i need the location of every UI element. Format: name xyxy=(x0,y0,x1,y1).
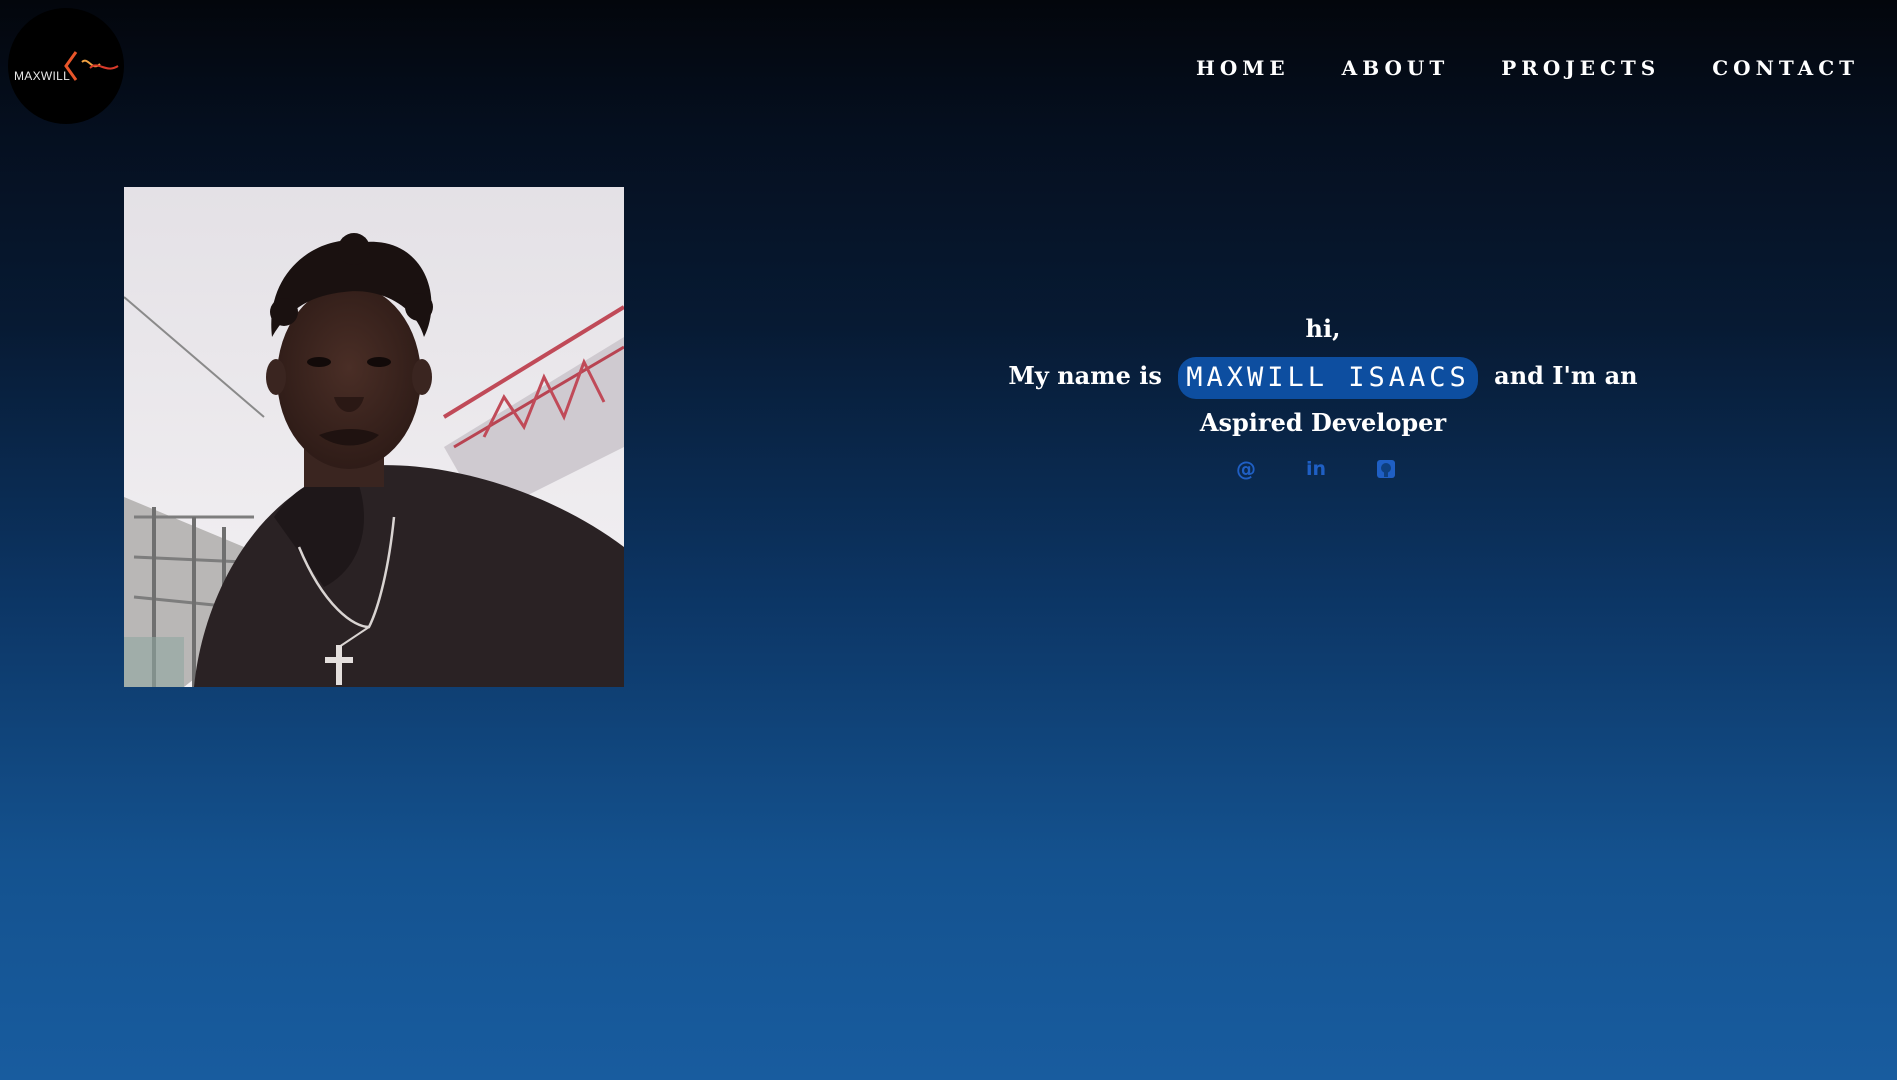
role-title: Aspired Developer xyxy=(1199,408,1447,437)
profile-photo xyxy=(124,187,624,687)
greeting: hi, xyxy=(1305,314,1341,343)
intro-prefix: My name is xyxy=(1008,361,1162,390)
email-icon[interactable]: @ xyxy=(1235,457,1257,481)
intro-block: hi, My name is MAXWILL ISAACS and I'm an… xyxy=(1000,305,1646,446)
site-logo[interactable]: MAXWILL xyxy=(8,8,124,124)
intro-line: My name is MAXWILL ISAACS and I'm an xyxy=(1000,352,1646,399)
name-highlight: MAXWILL ISAACS xyxy=(1178,356,1478,399)
nav-contact[interactable]: CONTACT xyxy=(1712,56,1859,80)
nav-home[interactable]: HOME xyxy=(1196,56,1290,80)
intro-suffix: and I'm an xyxy=(1494,361,1638,390)
logo-mark-icon xyxy=(64,51,119,81)
main-nav: HOME ABOUT PROJECTS CONTACT xyxy=(1196,56,1859,80)
nav-about[interactable]: ABOUT xyxy=(1342,56,1450,80)
github-icon[interactable] xyxy=(1375,458,1397,480)
social-links: @ in xyxy=(1235,457,1397,481)
linkedin-icon[interactable]: in xyxy=(1305,458,1327,480)
nav-projects[interactable]: PROJECTS xyxy=(1501,56,1660,80)
